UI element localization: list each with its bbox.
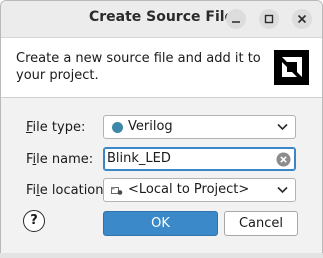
- file-type-value: Verilog: [128, 119, 173, 134]
- folder-link-icon: [111, 187, 123, 195]
- file-name-input[interactable]: Blink_LED: [103, 147, 296, 171]
- maximize-button[interactable]: [259, 9, 279, 29]
- file-name-label: File name:: [26, 152, 93, 167]
- clear-icon[interactable]: [276, 152, 291, 167]
- maximize-icon: [264, 14, 274, 24]
- close-icon: [297, 14, 307, 24]
- verilog-dot-icon: [112, 122, 123, 133]
- file-type-select[interactable]: Verilog: [103, 115, 296, 139]
- create-source-file-dialog: Create Source File Create a new source f…: [0, 0, 323, 258]
- file-location-select[interactable]: <Local to Project>: [103, 178, 296, 202]
- chevron-down-icon: [277, 123, 288, 131]
- background-window-strip: [0, 253, 323, 258]
- help-button[interactable]: ?: [23, 210, 45, 232]
- file-type-label: File type:: [26, 120, 85, 135]
- file-location-label: File location:: [26, 183, 108, 198]
- cancel-button[interactable]: Cancel: [224, 211, 298, 236]
- file-location-label-prefix: Fi: [26, 183, 37, 198]
- file-name-value[interactable]: Blink_LED: [107, 151, 171, 166]
- chevron-down-icon: [277, 186, 288, 194]
- file-name-label-rest: le name:: [36, 152, 94, 167]
- dialog-description: Create a new source file and add it to y…: [16, 51, 261, 83]
- title-bar[interactable]: Create Source File: [1, 1, 322, 37]
- file-location-value: <Local to Project>: [128, 182, 250, 197]
- minimize-button[interactable]: [226, 9, 246, 29]
- amd-logo-icon: [274, 50, 309, 85]
- close-button[interactable]: [292, 9, 312, 29]
- minimize-icon: [232, 21, 240, 23]
- file-location-label-rest: e location:: [39, 183, 108, 198]
- description-banner: Create a new source file and add it to y…: [1, 37, 322, 98]
- file-type-label-rest: ile type:: [32, 120, 86, 135]
- ok-button[interactable]: OK: [103, 211, 218, 236]
